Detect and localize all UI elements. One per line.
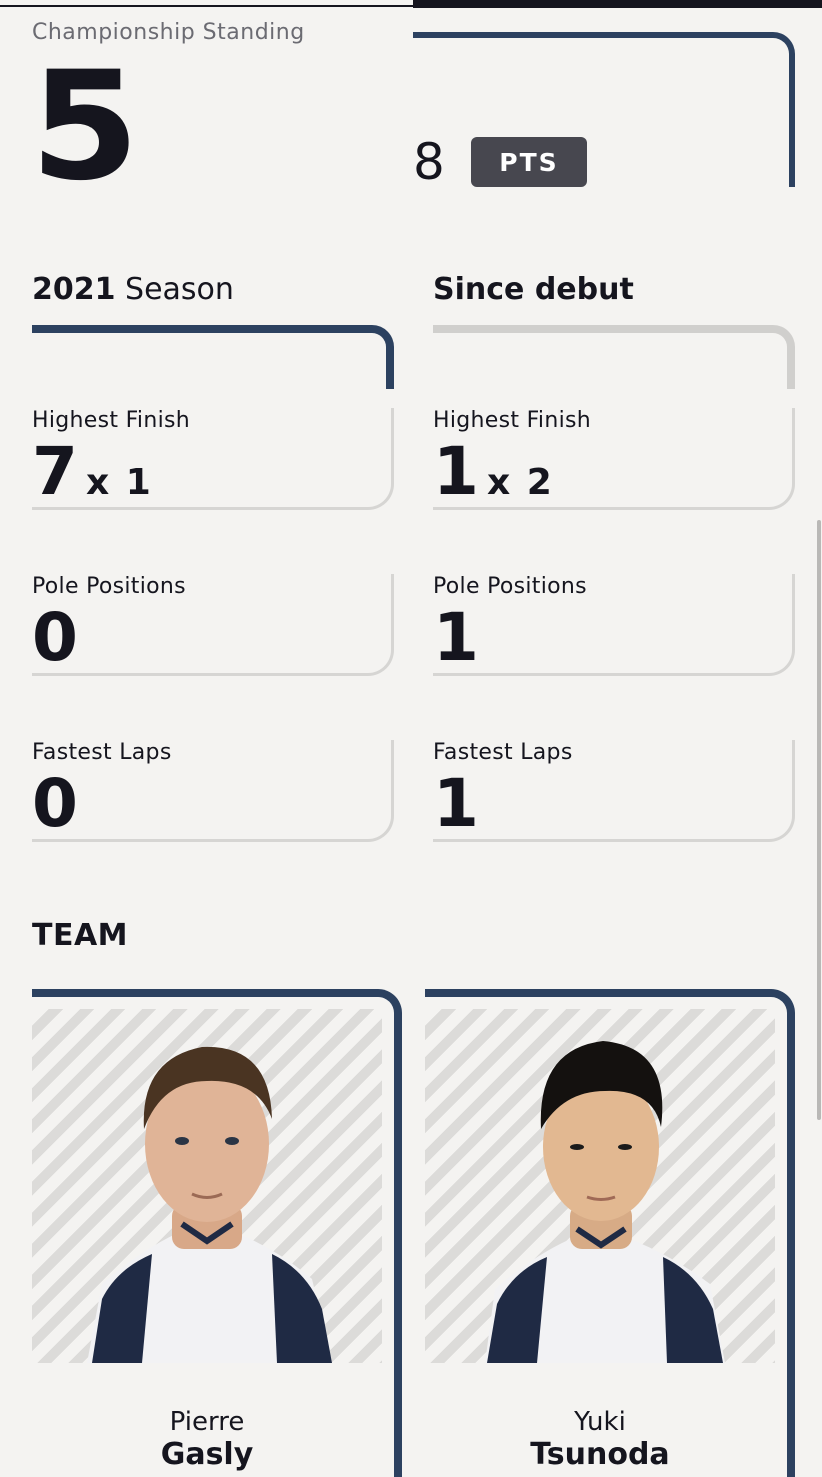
stat-value: 7x 1 <box>32 436 153 519</box>
stat-value: 0 <box>32 765 78 842</box>
driver-first-name: Pierre <box>169 1407 245 1437</box>
season-highest-finish-card: Highest Finish 7x 1 <box>32 408 394 510</box>
stat-multiplier: x 1 <box>85 462 153 503</box>
stat-number: 1 <box>433 433 479 510</box>
driver-first-name: Yuki <box>574 1407 626 1437</box>
top-divider <box>0 0 413 7</box>
driver-last-name: Tsunoda <box>530 1437 670 1472</box>
driver-portrait-icon <box>87 1046 332 1363</box>
driver-photo-gasly[interactable] <box>32 1009 382 1363</box>
scrollbar[interactable] <box>817 520 821 1120</box>
career-pole-positions-card: Pole Positions 1 <box>433 574 795 676</box>
career-column-header <box>433 325 795 389</box>
career-fastest-laps-card: Fastest Laps 1 <box>433 740 795 842</box>
top-header-bar <box>413 0 822 8</box>
stat-label: Highest Finish <box>32 408 191 433</box>
stat-value: 0 <box>32 599 78 676</box>
stat-number: 0 <box>32 765 78 842</box>
driver-last-name: Gasly <box>160 1437 254 1472</box>
stat-number: 1 <box>433 599 479 676</box>
season-title: 2021 Season <box>32 270 234 310</box>
team-title: TEAM <box>32 918 129 953</box>
career-highest-finish-card: Highest Finish 1x 2 <box>433 408 795 510</box>
stat-number: 7 <box>32 433 78 510</box>
stat-number: 1 <box>433 765 479 842</box>
career-label: Since debut <box>433 272 634 307</box>
season-year: 2021 <box>32 272 116 307</box>
stat-value: 1 <box>433 765 479 842</box>
stat-label: Pole Positions <box>433 574 587 599</box>
stat-label: Highest Finish <box>433 408 592 433</box>
points-value: 8 <box>413 133 445 191</box>
points-badge: PTS <box>471 137 587 187</box>
driver-photo-tsunoda[interactable] <box>425 1009 775 1363</box>
stat-value: 1 <box>433 599 479 676</box>
season-column-header <box>32 325 394 389</box>
stat-value: 1x 2 <box>433 436 554 519</box>
championship-position: 5 <box>30 40 140 214</box>
stat-label: Fastest Laps <box>433 740 573 765</box>
stat-label: Fastest Laps <box>32 740 172 765</box>
season-fastest-laps-card: Fastest Laps 0 <box>32 740 394 842</box>
career-title: Since debut <box>433 270 634 310</box>
stat-label: Pole Positions <box>32 574 186 599</box>
season-label: Season <box>125 272 234 307</box>
driver-portrait-icon <box>485 1041 725 1363</box>
season-pole-positions-card: Pole Positions 0 <box>32 574 394 676</box>
stat-multiplier: x 2 <box>486 462 554 503</box>
stat-number: 0 <box>32 599 78 676</box>
